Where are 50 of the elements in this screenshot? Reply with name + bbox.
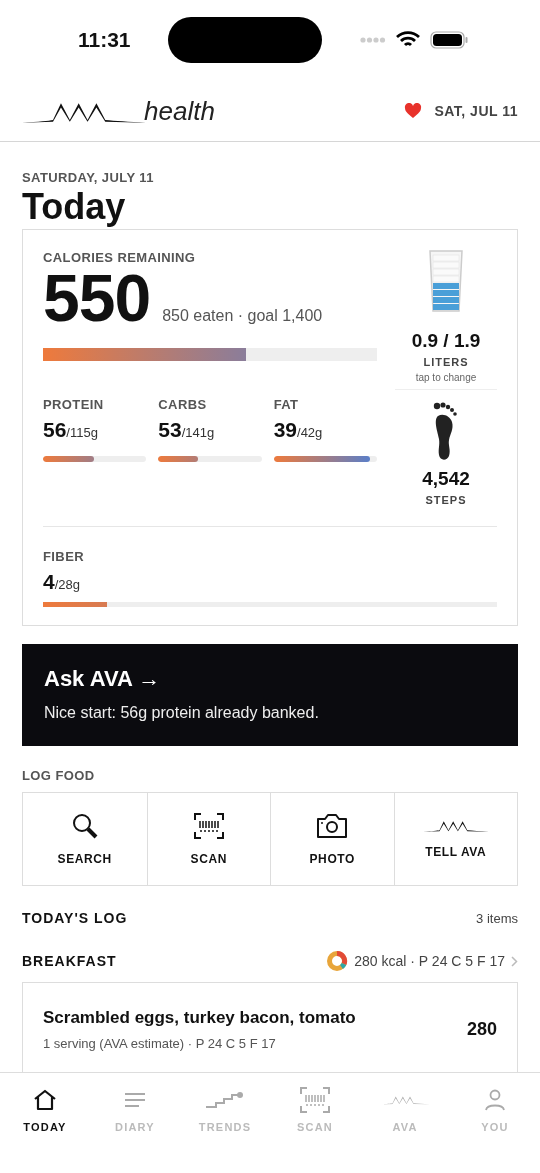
- barcode-scan-icon: [299, 1086, 331, 1114]
- person-icon: [484, 1089, 506, 1111]
- camera-icon: [315, 812, 350, 840]
- battery-icon: [430, 31, 468, 49]
- water-unit: LITERS: [423, 356, 469, 368]
- water-reading: 0.9 / 1.9: [411, 330, 481, 352]
- item-count: 3 items: [476, 910, 518, 926]
- ask-title: Ask AVA →: [44, 666, 162, 692]
- macro-ring-icon: [326, 950, 349, 972]
- section-title: TODAY'S LOG: [22, 910, 128, 926]
- ask-message: Nice start: 56g protein already banked.: [44, 704, 320, 722]
- water-hint: tap to change: [395, 372, 497, 390]
- steps-line-icon: [205, 1091, 245, 1109]
- food-name: Scrambled eggs, turkey bacon, tomato: [43, 1008, 356, 1028]
- brand-name: health: [144, 97, 215, 124]
- steps-unit: STEPS: [425, 494, 467, 506]
- food-entry[interactable]: Scrambled eggs, turkey bacon, tomato 1 serving (AVA estimate) · P 24 C 5 F 17 280: [22, 982, 518, 1072]
- meal-name: BREAKFAST: [22, 953, 117, 969]
- food-calories: 280: [466, 1019, 497, 1040]
- wifi-icon: [396, 31, 420, 49]
- heart-icon: [404, 102, 423, 119]
- signal-icon: [360, 37, 386, 43]
- home-icon: [33, 1089, 57, 1111]
- search-icon: [70, 812, 99, 840]
- ask-ava-banner[interactable]: Ask AVA → Nice start: 56g protein already banked.: [22, 644, 518, 746]
- footprint-icon: [432, 402, 460, 462]
- date-label: SATURDAY, JULY 11: [22, 170, 155, 185]
- macro-value: 39/42g: [273, 417, 324, 442]
- food-detail: 1 serving (AVA estimate) · P 24 C 5 F 17: [43, 1036, 277, 1051]
- header-date: SAT, JUL 11: [434, 102, 518, 119]
- tab-item[interactable]: TODAY: [0, 1083, 90, 1137]
- macro-label: FAT: [273, 396, 300, 412]
- page-title: Today: [22, 189, 127, 225]
- calories-detail: 850 eaten · goal 1,400: [162, 307, 323, 325]
- chevron-icon: [511, 955, 518, 967]
- macro-value: 56/115g: [43, 417, 99, 442]
- calories-label: CALORIES REMAINING: [43, 250, 197, 265]
- macro-label: PROTEIN: [43, 396, 105, 412]
- lines-icon: [124, 1092, 146, 1108]
- section-label: LOG FOOD: [22, 768, 96, 783]
- steps-reading: 4,542: [422, 468, 470, 490]
- macro-label: CARBS: [158, 396, 208, 412]
- water-glass-icon[interactable]: [429, 250, 463, 312]
- barcode-scan-icon: [192, 812, 225, 840]
- status-time: 11:31: [78, 28, 131, 52]
- calories-remaining: 550: [43, 267, 151, 330]
- fiber-label: FIBER: [43, 549, 85, 564]
- fiber-value: 4/28g: [43, 570, 81, 594]
- macro-value: 53/141g: [158, 417, 216, 442]
- meal-summary: 280 kcal · P 24 C 5 F 17: [354, 953, 505, 969]
